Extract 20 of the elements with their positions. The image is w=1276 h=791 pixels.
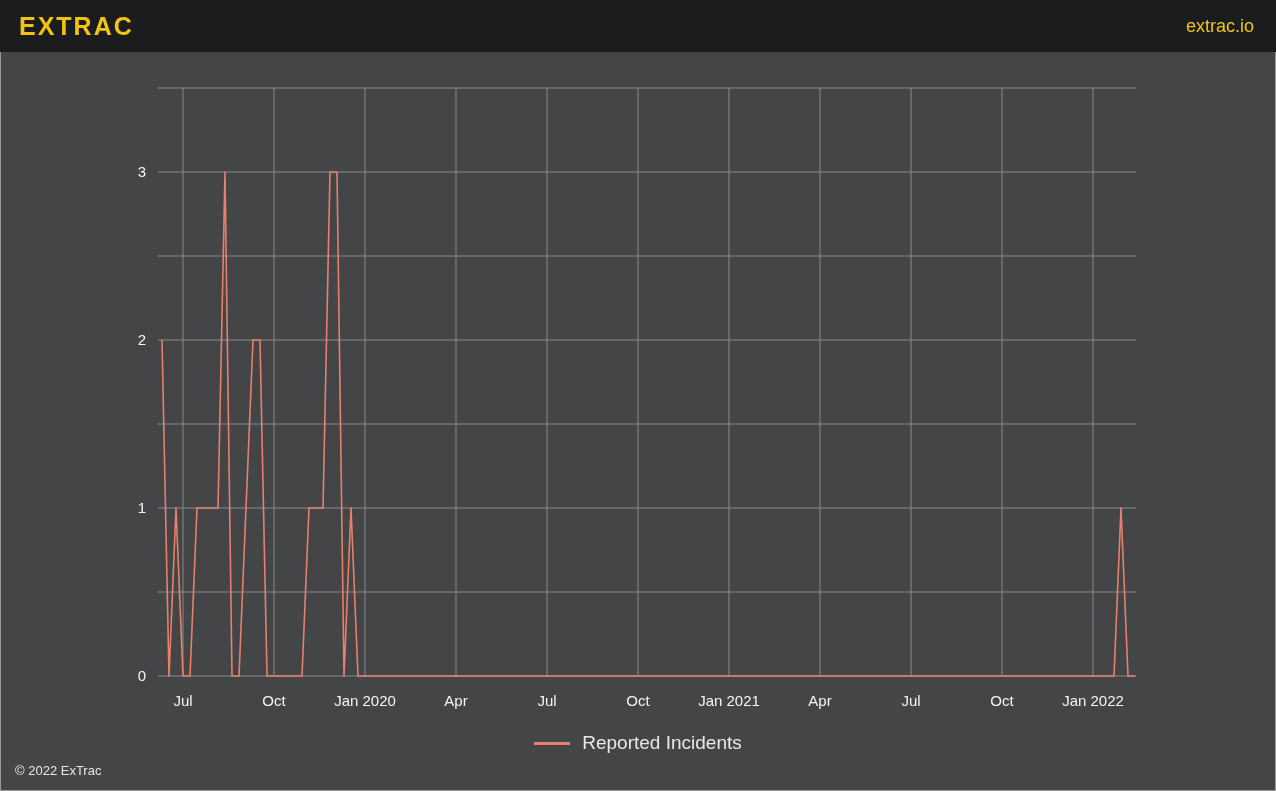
legend-line-icon: [534, 741, 571, 745]
x-axis-label: Jan 2022: [1062, 692, 1124, 709]
x-axis-label: Jan 2020: [334, 692, 396, 709]
y-axis-label: 2: [137, 331, 146, 348]
x-axis-label: Oct: [626, 692, 650, 709]
x-axis-label: Oct: [262, 692, 286, 709]
y-axis-label: 1: [137, 499, 146, 516]
x-axis-label: Jul: [173, 692, 193, 709]
site-link[interactable]: extrac.io: [1185, 15, 1254, 37]
x-axis-label: Apr: [808, 692, 832, 709]
x-axis-label: Jan 2021: [698, 692, 760, 709]
y-axis-label: 3: [137, 163, 146, 180]
x-axis-label: Oct: [990, 692, 1014, 709]
legend-label: Reported Incidents: [582, 732, 742, 754]
x-axis-label: Apr: [444, 692, 468, 709]
x-axis-label: Jul: [537, 692, 557, 709]
x-axis-label: Jul: [901, 692, 921, 709]
logo: EXTRAC: [19, 11, 134, 41]
copyright-text: © 2022 ExTrac: [15, 763, 103, 778]
y-axis-label: 0: [137, 667, 146, 684]
